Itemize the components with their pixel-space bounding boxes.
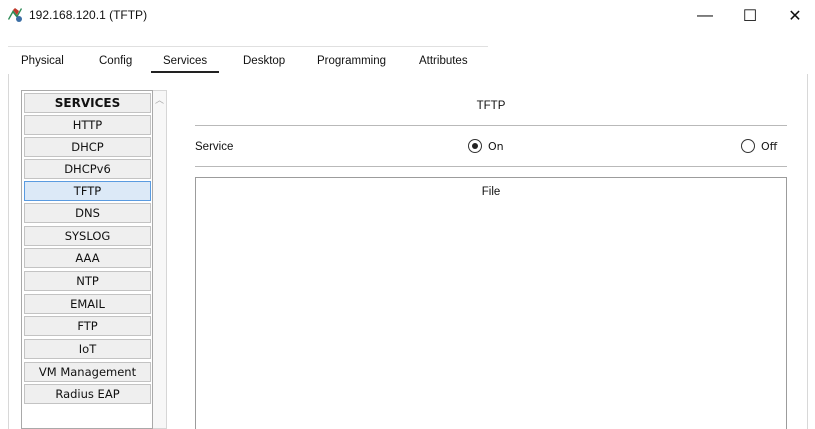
window-titlebar: 192.168.120.1 (TFTP) — ☐ ✕ <box>0 0 815 34</box>
service-item-ftp[interactable]: FTP <box>24 316 151 336</box>
file-column-header: File <box>481 186 501 198</box>
scroll-up-icon[interactable]: ︿ <box>153 93 166 106</box>
minimize-button[interactable]: — <box>683 0 727 32</box>
service-off-label: Off <box>761 139 778 153</box>
file-table[interactable]: File <box>195 177 787 429</box>
tab-physical[interactable]: Physical <box>21 55 64 67</box>
tab-config[interactable]: Config <box>99 55 132 67</box>
tab-services[interactable]: Services <box>150 55 220 73</box>
router-icon <box>8 8 22 22</box>
service-item-ntp[interactable]: NTP <box>24 271 151 291</box>
service-item-syslog[interactable]: SYSLOG <box>24 226 151 246</box>
service-item-tftp[interactable]: TFTP <box>24 181 151 201</box>
tab-desktop[interactable]: Desktop <box>243 55 285 67</box>
divider <box>195 125 787 126</box>
panel-title: TFTP <box>476 100 506 112</box>
service-item-email[interactable]: EMAIL <box>24 294 151 314</box>
divider <box>195 166 787 167</box>
service-on-radio[interactable]: On <box>468 139 504 153</box>
maximize-button[interactable]: ☐ <box>728 0 772 32</box>
service-off-radio[interactable]: Off <box>741 139 777 153</box>
service-item-dhcpv6[interactable]: DHCPv6 <box>24 159 151 179</box>
tab-attributes[interactable]: Attributes <box>419 55 468 67</box>
tab-programming[interactable]: Programming <box>317 55 386 67</box>
service-item-iot[interactable]: IoT <box>24 339 151 359</box>
service-item-dhcp[interactable]: DHCP <box>24 137 151 157</box>
close-button[interactable]: ✕ <box>773 0 815 32</box>
services-scrollbar[interactable]: ︿ <box>153 90 167 429</box>
service-label: Service <box>195 141 234 153</box>
services-header: SERVICES <box>24 93 151 113</box>
radio-unchecked-icon[interactable] <box>741 139 755 153</box>
service-item-aaa[interactable]: AAA <box>24 248 151 268</box>
services-list: SERVICES HTTP DHCP DHCPv6 TFTP DNS SYSLO… <box>21 90 153 429</box>
window-title: 192.168.120.1 (TFTP) <box>29 8 148 22</box>
service-item-dns[interactable]: DNS <box>24 203 151 223</box>
service-item-vm-management[interactable]: VM Management <box>24 362 151 382</box>
radio-checked-icon[interactable] <box>468 139 482 153</box>
service-on-label: On <box>488 139 504 153</box>
service-item-http[interactable]: HTTP <box>24 115 151 135</box>
service-item-radius-eap[interactable]: Radius EAP <box>24 384 151 404</box>
tab-bar: Physical Config Services Desktop Program… <box>8 46 488 74</box>
